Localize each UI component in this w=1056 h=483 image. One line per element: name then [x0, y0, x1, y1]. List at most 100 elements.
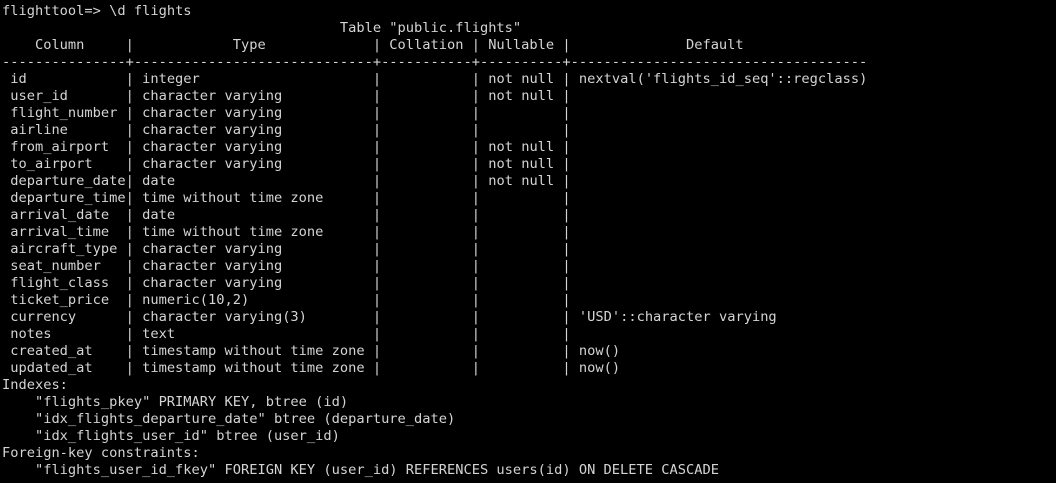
table-cell: time without time zone	[133, 224, 373, 240]
column-separator: |	[372, 105, 382, 121]
column-separator: |	[562, 241, 571, 257]
column-separator: |	[372, 173, 382, 189]
table-cell: date	[133, 207, 373, 223]
table-cell	[571, 207, 868, 223]
column-separator: |	[125, 309, 134, 325]
table-cell: character varying	[133, 156, 373, 172]
index-entry: "flights_pkey" PRIMARY KEY, btree (id)	[2, 394, 349, 410]
table-cell	[381, 292, 472, 308]
terminal-window[interactable]: flighttool=> \d flights Table "public.fl…	[0, 0, 1056, 483]
table-cell: seat_number	[2, 258, 126, 274]
column-separator: |	[471, 309, 480, 325]
column-separator: |	[372, 241, 382, 257]
table-cell	[480, 275, 562, 291]
column-separator: |	[471, 173, 480, 189]
table-cell	[381, 105, 472, 121]
column-separator: |	[471, 190, 480, 206]
table-cell: character varying	[133, 275, 373, 291]
table-cell: arrival_date	[2, 207, 126, 223]
column-separator: |	[562, 88, 571, 104]
column-separator: |	[125, 224, 134, 240]
table-cell	[480, 292, 562, 308]
table-row: from_airport | character varying | | not…	[2, 139, 1056, 156]
column-separator: |	[372, 258, 382, 274]
prompt-line: flighttool=> \d flights	[2, 3, 1056, 20]
table-cell	[571, 190, 868, 206]
table-cell	[480, 241, 562, 257]
column-separator: |	[471, 360, 480, 376]
table-cell	[571, 122, 868, 138]
table-cell: flight_class	[2, 275, 126, 291]
column-separator: |	[125, 122, 134, 138]
column-separator: |	[125, 241, 134, 257]
table-cell: updated_at	[2, 360, 126, 376]
table-row: currency | character varying(3) | | | 'U…	[2, 309, 1056, 326]
table-cell: character varying	[133, 88, 373, 104]
column-separator: |	[125, 139, 134, 155]
table-cell: currency	[2, 309, 126, 325]
table-cell	[571, 156, 868, 172]
table-cell: departure_time	[2, 190, 126, 206]
column-separator: |	[471, 105, 480, 121]
table-row: seat_number | character varying | | |	[2, 258, 1056, 275]
table-cell: not null	[480, 71, 563, 87]
table-cell: character varying	[133, 258, 373, 274]
table-cell	[480, 224, 562, 240]
table-cell	[571, 241, 868, 257]
table-cell: to_airport	[2, 156, 126, 172]
table-cell	[480, 105, 562, 121]
table-row: notes | text | | |	[2, 326, 1056, 343]
index-entry: "idx_flights_departure_date" btree (depa…	[2, 411, 456, 427]
table-cell: aircraft_type	[2, 241, 126, 257]
table-cell	[381, 360, 472, 376]
table-cell	[381, 258, 472, 274]
column-separator: |	[562, 326, 571, 342]
column-separator: |	[125, 71, 134, 87]
column-separator: |	[562, 343, 571, 359]
table-cell	[571, 105, 868, 121]
table-cell	[571, 292, 868, 308]
column-separator: |	[372, 139, 382, 155]
table-cell: character varying	[133, 105, 373, 121]
table-row: flight_number | character varying | | |	[2, 105, 1056, 122]
table-cell	[571, 173, 868, 189]
table-row: departure_time| time without time zone |…	[2, 190, 1056, 207]
table-cell: user_id	[2, 88, 126, 104]
table-row: created_at | timestamp without time zone…	[2, 343, 1056, 360]
table-cell	[480, 258, 562, 274]
table-cell: character varying	[133, 122, 373, 138]
table-cell	[381, 343, 472, 359]
table-cell: character varying(3)	[133, 309, 373, 325]
command-text: \d flights	[109, 3, 192, 19]
column-separator: |	[471, 156, 480, 172]
column-separator: |	[471, 241, 480, 257]
table-cell	[480, 207, 562, 223]
foreign-key-label: Foreign-key constraints:	[2, 445, 200, 461]
column-separator: |	[125, 326, 134, 342]
table-cell	[381, 326, 472, 342]
table-cell: 'USD'::character varying	[570, 309, 868, 325]
column-separator: |	[562, 258, 571, 274]
table-cell	[571, 224, 868, 240]
table-cell	[381, 156, 472, 172]
table-cell: not null	[480, 173, 563, 189]
table-cell: integer	[133, 71, 373, 87]
column-separator: |	[372, 309, 382, 325]
column-separator: |	[125, 292, 134, 308]
table-cell: notes	[2, 326, 126, 342]
column-separator: |	[125, 207, 134, 223]
table-cell: character varying	[133, 139, 373, 155]
table-cell	[571, 275, 868, 291]
column-separator: |	[471, 139, 480, 155]
column-separator: |	[372, 190, 382, 206]
table-cell	[381, 190, 472, 206]
column-separator: |	[562, 275, 571, 291]
table-cell	[480, 360, 562, 376]
column-separator: |	[372, 88, 382, 104]
column-separator: |	[372, 156, 382, 172]
table-cell: ticket_price	[2, 292, 126, 308]
column-separator: |	[562, 105, 571, 121]
table-cell: flight_number	[2, 105, 126, 121]
column-separator: |	[471, 207, 480, 223]
column-separator: |	[372, 122, 382, 138]
